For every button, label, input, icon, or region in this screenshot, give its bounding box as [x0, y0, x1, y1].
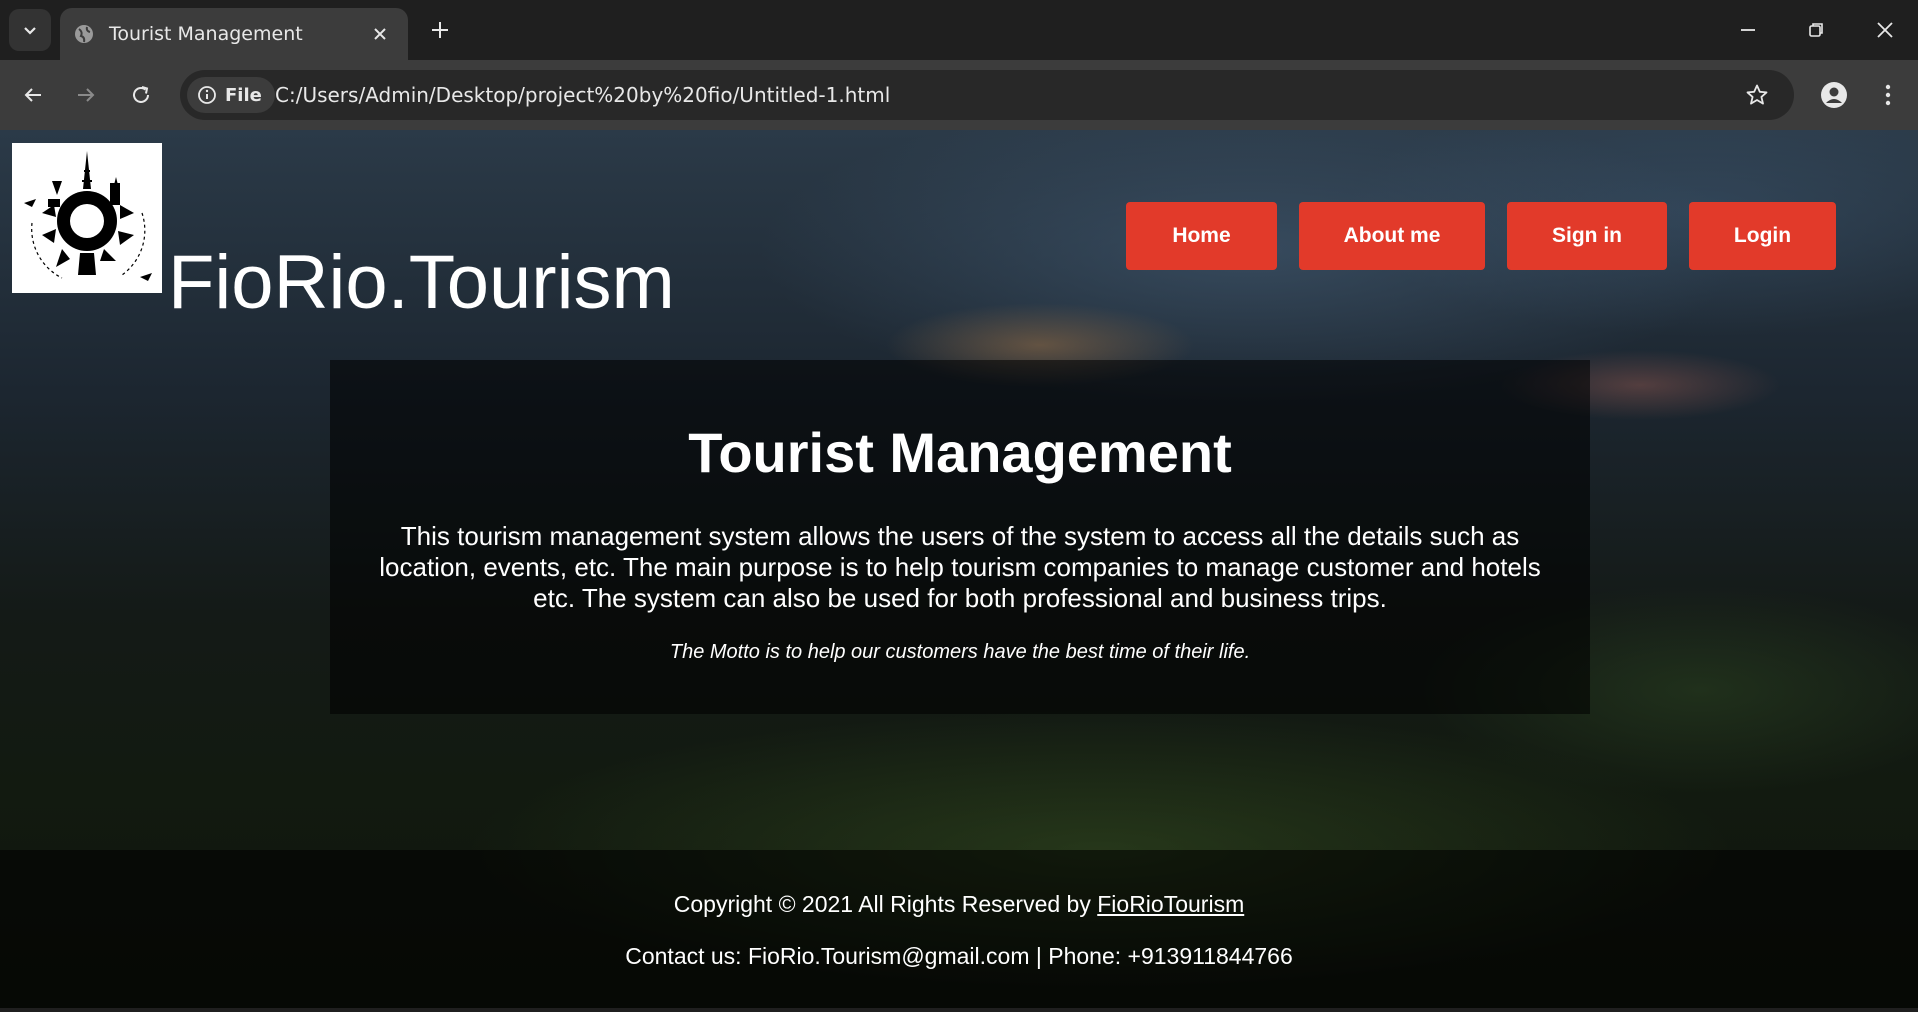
- plus-icon[interactable]: [424, 14, 456, 46]
- minimize-icon[interactable]: [1728, 12, 1768, 48]
- nav-about-button[interactable]: About me: [1299, 202, 1485, 270]
- profile-icon[interactable]: [1816, 77, 1852, 113]
- page-title: Tourist Management: [688, 421, 1232, 484]
- window-close-icon[interactable]: [1865, 12, 1905, 48]
- tab-search-button[interactable]: [9, 9, 51, 51]
- tab-title: Tourist Management: [109, 23, 303, 45]
- globe-icon: [73, 23, 95, 45]
- browser-tab[interactable]: Tourist Management: [60, 8, 408, 60]
- brand-logo: [12, 143, 162, 293]
- hero-panel: Tourist Management This tourism manageme…: [330, 360, 1590, 714]
- nav-home-button[interactable]: Home: [1126, 202, 1277, 270]
- forward-icon[interactable]: [68, 77, 104, 113]
- hero-description: This tourism management system allows th…: [379, 521, 1541, 613]
- url-text[interactable]: C:/Users/Admin/Desktop/project%20by%20fi…: [275, 70, 890, 120]
- star-icon[interactable]: [1740, 78, 1774, 112]
- info-icon: [197, 85, 217, 105]
- page-footer: Copyright © 2021 All Rights Reserved by …: [0, 850, 1918, 1008]
- footer-contact: Contact us: FioRio.Tourism@gmail.com | P…: [625, 943, 1293, 969]
- hero-motto: The Motto is to help our customers have …: [669, 641, 1251, 663]
- copyright-text: Copyright © 2021 All Rights Reserved by: [673, 891, 1098, 917]
- chevron-down-icon: [24, 27, 36, 35]
- page-viewport: FioRio.Tourism Home About me Sign in Log…: [0, 130, 1918, 1008]
- footer-brand-link[interactable]: FioRioTourism: [1097, 891, 1244, 917]
- browser-toolbar: File C:/Users/Admin/Desktop/project%20by…: [0, 60, 1918, 130]
- nav-signin-button[interactable]: Sign in: [1507, 202, 1667, 270]
- back-icon[interactable]: [15, 77, 51, 113]
- reload-icon[interactable]: [123, 77, 159, 113]
- address-bar[interactable]: File C:/Users/Admin/Desktop/project%20by…: [180, 70, 1794, 120]
- footer-copyright: Copyright © 2021 All Rights Reserved by …: [0, 891, 1918, 918]
- close-icon[interactable]: [366, 20, 394, 48]
- more-vert-icon[interactable]: [1870, 77, 1906, 113]
- browser-tabstrip: Tourist Management: [0, 0, 1918, 60]
- nav-login-button[interactable]: Login: [1689, 202, 1836, 270]
- restore-icon[interactable]: [1796, 12, 1836, 48]
- brand-title: FioRio.Tourism: [168, 240, 675, 325]
- site-info-chip[interactable]: File: [187, 77, 275, 113]
- file-chip-label: File: [225, 84, 262, 106]
